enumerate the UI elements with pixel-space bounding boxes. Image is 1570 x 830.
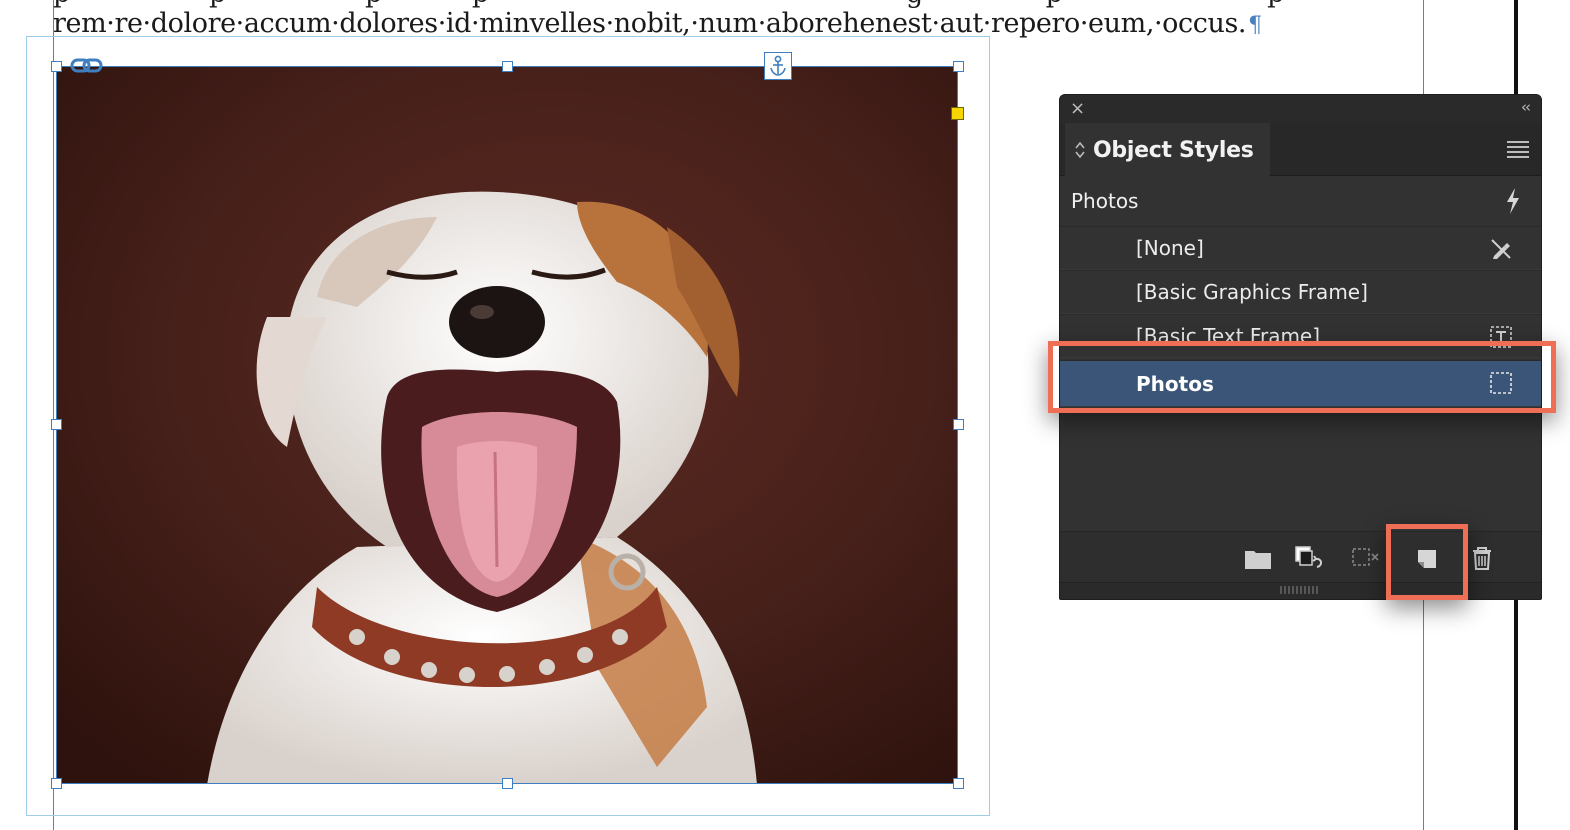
frame-handle-bottom-middle[interactable] (502, 778, 513, 789)
graphic-frame-icon (1490, 372, 1512, 394)
frame-handle-top-right[interactable] (953, 61, 964, 72)
clear-pen-icon (1491, 239, 1511, 259)
frame-handle-middle-right[interactable] (953, 419, 964, 430)
clear-overrides-icon[interactable] (1294, 544, 1324, 572)
tab-cycle-icon[interactable] (1075, 141, 1085, 159)
frame-handle-bottom-right[interactable] (953, 778, 964, 789)
panel-resize-grip[interactable] (1060, 582, 1541, 599)
create-new-style-icon[interactable] (1412, 544, 1442, 572)
live-corner-handle[interactable] (951, 107, 964, 120)
object-styles-panel: × ‹‹ Object Styles Photos [None] [Basic … (1059, 94, 1542, 600)
panel-title: Object Styles (1093, 137, 1254, 163)
close-icon[interactable]: × (1070, 98, 1085, 119)
clear-attributes-icon[interactable] (1350, 544, 1380, 572)
quick-apply-icon[interactable] (1503, 187, 1523, 215)
current-style-row: Photos (1060, 177, 1541, 225)
style-item-none[interactable]: [None] (1060, 226, 1541, 270)
graphics-frame[interactable] (56, 66, 958, 784)
previous-text-line: p · · · · · · · · p · · · · · · · · p · … (53, 0, 1284, 14)
trash-icon[interactable] (1467, 544, 1497, 572)
frame-handle-top-middle[interactable] (502, 61, 513, 72)
style-item-label: [Basic Text Frame] (1136, 324, 1321, 348)
current-style-label: Photos (1071, 189, 1139, 213)
collapse-icon[interactable]: ‹‹ (1521, 98, 1531, 116)
panel-footer-toolbar (1060, 532, 1541, 584)
style-item-basic-graphics-frame[interactable]: [Basic Graphics Frame] (1060, 270, 1541, 314)
pilcrow-mark: ¶ (1248, 13, 1262, 38)
new-group-folder-icon[interactable] (1243, 544, 1273, 572)
panel-title-bar[interactable]: × ‹‹ (1060, 95, 1541, 123)
style-item-photos[interactable]: Photos (1060, 360, 1541, 407)
text-frame-icon (1490, 326, 1512, 348)
link-icon[interactable] (70, 55, 104, 77)
panel-menu-icon[interactable] (1507, 141, 1529, 158)
style-item-label: [Basic Graphics Frame] (1136, 280, 1368, 304)
tab-object-styles[interactable]: Object Styles (1065, 123, 1270, 177)
dog-photo-illustration (57, 67, 957, 783)
style-item-basic-text-frame[interactable]: [Basic Text Frame] (1060, 314, 1541, 358)
panel-tab-bar: Object Styles (1060, 123, 1541, 177)
frame-handle-top-left[interactable] (51, 61, 62, 72)
style-item-label: Photos (1136, 371, 1214, 396)
style-item-label: [None] (1136, 236, 1204, 260)
anchor-icon[interactable] (764, 52, 792, 80)
frame-handle-middle-left[interactable] (51, 419, 62, 430)
object-styles-list: [None] [Basic Graphics Frame] [Basic Tex… (1060, 226, 1541, 532)
dog-photo[interactable] (57, 67, 957, 783)
frame-handle-bottom-left[interactable] (51, 778, 62, 789)
